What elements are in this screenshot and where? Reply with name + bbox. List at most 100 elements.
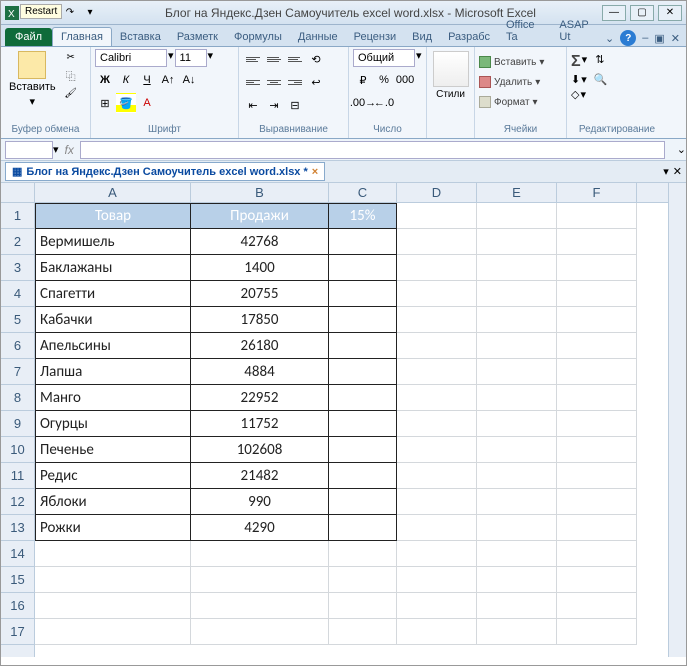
cell-A12[interactable]: Яблоки [35,489,191,515]
cell-C5[interactable] [329,307,397,333]
cell-E14[interactable] [477,541,557,567]
cell-D2[interactable] [397,229,477,255]
formula-bar-expand-icon[interactable]: ⌄ [677,143,686,156]
cell-D3[interactable] [397,255,477,281]
cell-B15[interactable] [191,567,329,593]
formula-bar[interactable] [80,141,665,159]
font-color-button[interactable]: A [137,93,157,113]
cell-B3[interactable]: 1400 [191,255,329,281]
cell-B4[interactable]: 20755 [191,281,329,307]
paste-dropdown-icon[interactable]: ▾ [30,95,36,108]
row-header-3[interactable]: 3 [1,255,34,281]
cell-D11[interactable] [397,463,477,489]
cell-C11[interactable] [329,463,397,489]
maximize-button[interactable]: ▢ [630,5,654,21]
cell-B12[interactable]: 990 [191,489,329,515]
align-middle-button[interactable] [264,49,284,69]
cell-A13[interactable]: Рожки [35,515,191,541]
cell-A4[interactable]: Спагетти [35,281,191,307]
cell-A16[interactable] [35,593,191,619]
ribbon-minimize-icon[interactable]: ⌄ [605,32,614,45]
insert-cells-button[interactable]: Вставить ▾ [479,53,544,71]
cell-E12[interactable] [477,489,557,515]
cell-D17[interactable] [397,619,477,645]
doc-tab-close-icon[interactable]: × [312,166,318,178]
redo-icon[interactable]: ↷ [61,5,79,21]
help-icon[interactable]: ? [620,30,636,46]
percent-button[interactable]: % [374,70,394,90]
cell-A6[interactable]: Апельсины [35,333,191,359]
tab-view[interactable]: Вид [404,28,440,46]
column-header-D[interactable]: D [397,183,477,202]
cell-E7[interactable] [477,359,557,385]
cell-C2[interactable] [329,229,397,255]
cell-F5[interactable] [557,307,637,333]
cell-F2[interactable] [557,229,637,255]
grow-font-button[interactable]: A↑ [158,70,178,90]
cell-C4[interactable] [329,281,397,307]
font-size-dropdown-icon[interactable]: ▾ [208,49,214,67]
doc-tab-close-all-icon[interactable]: ✕ [673,165,682,178]
cell-A8[interactable]: Манго [35,385,191,411]
align-left-button[interactable] [243,72,263,92]
cell-E4[interactable] [477,281,557,307]
row-header-16[interactable]: 16 [1,593,34,619]
cell-A9[interactable]: Огурцы [35,411,191,437]
cell-A17[interactable] [35,619,191,645]
fill-button[interactable]: ⬇ [571,73,580,86]
comma-button[interactable]: 000 [395,70,415,90]
format-cells-button[interactable]: Формат ▾ [479,93,538,111]
tab-formulas[interactable]: Формулы [226,28,290,46]
autosum-button[interactable]: Σ [571,53,581,71]
cell-C13[interactable] [329,515,397,541]
underline-button[interactable]: Ч [137,70,157,90]
row-header-2[interactable]: 2 [1,229,34,255]
row-header-7[interactable]: 7 [1,359,34,385]
active-document-tab[interactable]: ▦ Блог на Яндекс.Дзен Самоучитель excel … [5,162,325,181]
cell-A10[interactable]: Печенье [35,437,191,463]
cell-F11[interactable] [557,463,637,489]
doc-close-icon[interactable]: ✕ [671,32,680,45]
find-select-icon[interactable]: 🔍 [594,73,608,86]
cell-B2[interactable]: 42768 [191,229,329,255]
cell-D9[interactable] [397,411,477,437]
cell-D6[interactable] [397,333,477,359]
cell-D4[interactable] [397,281,477,307]
row-header-15[interactable]: 15 [1,567,34,593]
cell-E17[interactable] [477,619,557,645]
font-size-select[interactable]: 11 [175,49,207,67]
cell-B14[interactable] [191,541,329,567]
font-name-select[interactable]: Calibri [95,49,167,67]
decrease-indent-button[interactable]: ⇤ [243,95,263,115]
close-button[interactable]: ✕ [658,5,682,21]
column-header-B[interactable]: B [191,183,329,202]
cell-E2[interactable] [477,229,557,255]
align-right-button[interactable] [285,72,305,92]
cell-C15[interactable] [329,567,397,593]
cell-C16[interactable] [329,593,397,619]
cell-E13[interactable] [477,515,557,541]
cell-D8[interactable] [397,385,477,411]
tab-review[interactable]: Рецензи [346,28,405,46]
row-header-8[interactable]: 8 [1,385,34,411]
tab-insert[interactable]: Вставка [112,28,169,46]
cell-F16[interactable] [557,593,637,619]
cell-E6[interactable] [477,333,557,359]
tab-developer[interactable]: Разрабс [440,28,498,46]
row-header-1[interactable]: 1 [1,203,34,229]
cell-E5[interactable] [477,307,557,333]
cell-C3[interactable] [329,255,397,281]
shrink-font-button[interactable]: A↓ [179,70,199,90]
cell-B10[interactable]: 102608 [191,437,329,463]
cell-B8[interactable]: 22952 [191,385,329,411]
cell-A5[interactable]: Кабачки [35,307,191,333]
minimize-button[interactable]: — [602,5,626,21]
autosum-dropdown-icon[interactable]: ▾ [582,53,588,71]
tab-asap[interactable]: ASAP Ut [551,16,605,46]
cell-D12[interactable] [397,489,477,515]
cell-E9[interactable] [477,411,557,437]
cell-A11[interactable]: Редис [35,463,191,489]
cell-B11[interactable]: 21482 [191,463,329,489]
cell-B17[interactable] [191,619,329,645]
qat-dropdown-icon[interactable]: ▾ [81,5,99,21]
